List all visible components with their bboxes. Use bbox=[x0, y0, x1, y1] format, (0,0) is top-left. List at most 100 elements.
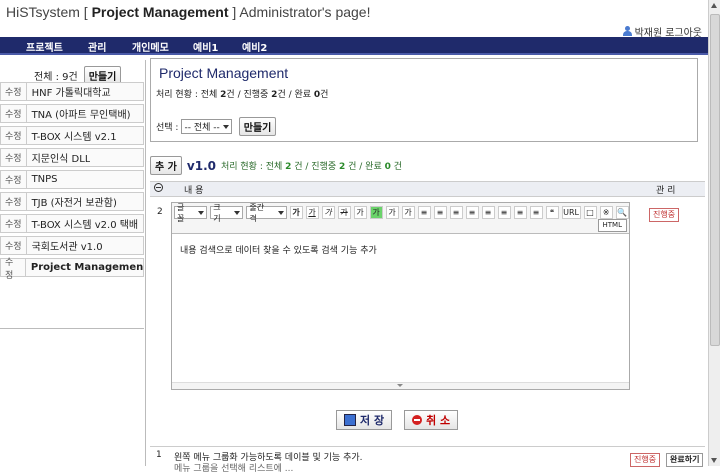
save-button[interactable]: 저 장 bbox=[336, 410, 393, 430]
scroll-thumb[interactable] bbox=[710, 14, 720, 346]
title-main: Project Management bbox=[91, 4, 229, 20]
status-suffix: 건 bbox=[320, 90, 329, 100]
sidebar-item[interactable]: 수정 T-BOX 시스템 v2.0 택배 bbox=[0, 214, 144, 233]
resize-arrow-icon bbox=[397, 384, 403, 387]
sidebar-item-label[interactable]: TNA (아파트 무인택배) bbox=[27, 106, 131, 121]
scrollbar[interactable] bbox=[708, 0, 720, 466]
status-prefix: 처리 현황 : 전체 bbox=[220, 162, 286, 172]
group-select[interactable]: -- 전체 -- bbox=[181, 119, 232, 134]
editor-toolbar: 글꼴 크기 줄간격 가 가 가 가 가 가 가 가 ≡ ≡ ≡ ≡ ≡ ≡ ≡ … bbox=[172, 203, 629, 234]
url-button[interactable]: URL bbox=[561, 206, 581, 219]
edit-button[interactable]: 수정 bbox=[1, 105, 27, 122]
status-in-progress-button[interactable]: 진행중 bbox=[649, 208, 680, 222]
edit-button[interactable]: 수정 bbox=[1, 171, 27, 188]
indent-icon[interactable]: ≡ bbox=[529, 206, 543, 219]
italic-button[interactable]: 가 bbox=[321, 206, 335, 219]
html-button[interactable]: HTML bbox=[597, 219, 627, 232]
sidebar-count-label: 전체 : 9건 bbox=[34, 72, 78, 83]
align-center-icon[interactable]: ≡ bbox=[433, 206, 447, 219]
sidebar-item[interactable]: 수정 지문인식 DLL bbox=[0, 148, 144, 167]
sidebar-item-label[interactable]: 국회도서관 v1.0 bbox=[27, 238, 103, 253]
table-icon[interactable]: □ bbox=[583, 206, 597, 219]
row-status-button[interactable]: 진행중 bbox=[630, 453, 661, 467]
sidebar-item-label[interactable]: TNPS bbox=[27, 174, 58, 185]
edit-button[interactable]: 수정 bbox=[1, 83, 27, 100]
table-header: 내 용 관 리 bbox=[150, 181, 705, 197]
row-number: 1 bbox=[156, 450, 162, 460]
scroll-down-icon[interactable] bbox=[711, 458, 717, 463]
sidebar-item[interactable]: 수정 HNF 가톨릭대학교 bbox=[0, 82, 144, 101]
search-icon[interactable]: 🔍 bbox=[615, 206, 629, 219]
cancel-button[interactable]: 취 소 bbox=[404, 410, 459, 430]
edit-button[interactable]: 수정 bbox=[1, 215, 27, 232]
quote-icon[interactable]: ❝ bbox=[545, 206, 559, 219]
nav-item-spare2[interactable]: 예비2 bbox=[242, 39, 267, 54]
nav-item-spare1[interactable]: 예비1 bbox=[193, 39, 218, 54]
font-select-label: 글꼴 bbox=[177, 202, 185, 223]
sidebar-list: 수정 HNF 가톨릭대학교 수정 TNA (아파트 무인택배) 수정 T-BOX 시스… bbox=[0, 82, 144, 281]
rich-text-editor[interactable]: 글꼴 크기 줄간격 가 가 가 가 가 가 가 가 ≡ ≡ ≡ ≡ ≡ ≡ ≡ … bbox=[171, 202, 630, 390]
chevron-down-icon bbox=[234, 210, 241, 215]
status-mid1: 건 / 진행중 bbox=[226, 90, 272, 100]
sidebar-item-label[interactable]: 지문인식 DLL bbox=[27, 150, 91, 165]
row-number: 2 bbox=[157, 207, 163, 217]
size-select[interactable]: 크기 bbox=[210, 203, 244, 223]
title-prefix: HiSTsystem [ bbox=[6, 4, 92, 20]
form-actions: 저 장 취 소 bbox=[336, 410, 459, 430]
bold-button[interactable]: 가 bbox=[289, 206, 303, 219]
underline-button[interactable]: 가 bbox=[305, 206, 319, 219]
project-title: Project Management bbox=[159, 65, 289, 81]
chevron-down-icon bbox=[198, 210, 205, 215]
complete-button[interactable]: 완료하기 bbox=[666, 453, 704, 467]
spacing-select-label: 줄간격 bbox=[249, 202, 265, 223]
version-status: 처리 현황 : 전체 2 건 / 진행중 2 건 / 완료 0 건 bbox=[221, 159, 402, 172]
spacing-select[interactable]: 줄간격 bbox=[246, 203, 287, 223]
sidebar-item-label[interactable]: T-BOX 시스템 v2.0 택배 bbox=[27, 216, 139, 231]
edit-button[interactable]: 수정 bbox=[1, 127, 27, 144]
sidebar-item[interactable]: 수정 T-BOX 시스템 v2.1 bbox=[0, 126, 144, 145]
project-status: 처리 현황 : 전체 2건 / 진행중 2건 / 완료 0건 bbox=[156, 87, 328, 100]
table-row: 1 왼쪽 메뉴 그룹화 가능하도록 데이블 및 기능 추가. 메뉴 그룹을 선택… bbox=[150, 446, 705, 474]
minus-circle-icon[interactable] bbox=[154, 183, 163, 195]
sidebar-item-label[interactable]: HNF 가톨릭대학교 bbox=[27, 84, 111, 99]
highlight-button[interactable]: 가 bbox=[369, 206, 383, 219]
ordered-list-icon[interactable]: ≡ bbox=[481, 206, 495, 219]
select-value: -- 전체 -- bbox=[184, 123, 220, 133]
nav-item-memo[interactable]: 개인메모 bbox=[132, 39, 169, 54]
status-mid1: 건 / 진행중 bbox=[291, 162, 340, 172]
sidebar-item[interactable]: 수정 TJB (자전거 보관함) bbox=[0, 192, 144, 211]
edit-button[interactable]: 수정 bbox=[1, 237, 27, 254]
sidebar-item[interactable]: 수정 TNPS bbox=[0, 170, 144, 189]
top-nav: 프로젝트 관리 개인메모 예비1 예비2 bbox=[0, 37, 708, 55]
sidebar-item-label[interactable]: TJB (자전거 보관함) bbox=[27, 194, 117, 209]
add-button[interactable]: 추 가 bbox=[150, 156, 182, 175]
edit-button[interactable]: 수정 bbox=[1, 258, 26, 281]
col-manage: 관 리 bbox=[656, 186, 676, 196]
special-char-icon[interactable]: ※ bbox=[599, 206, 613, 219]
subscript-button[interactable]: 가 bbox=[401, 206, 415, 219]
sidebar-item[interactable]: 수정 국회도서관 v1.0 bbox=[0, 236, 144, 255]
text-color-button[interactable]: 가 bbox=[353, 206, 367, 219]
sidebar-item-active[interactable]: 수정 Project Management bbox=[0, 258, 144, 281]
outdent-icon[interactable]: ≡ bbox=[513, 206, 527, 219]
font-select[interactable]: 글꼴 bbox=[174, 203, 208, 223]
sidebar-item-label[interactable]: Project Management bbox=[26, 262, 143, 273]
nav-item-manage[interactable]: 관리 bbox=[88, 39, 106, 54]
nav-item-projects[interactable]: 프로젝트 bbox=[26, 39, 63, 54]
align-right-icon[interactable]: ≡ bbox=[449, 206, 463, 219]
edit-button[interactable]: 수정 bbox=[1, 193, 27, 210]
edit-button[interactable]: 수정 bbox=[1, 149, 27, 166]
unordered-list-icon[interactable]: ≡ bbox=[497, 206, 511, 219]
editor-content[interactable]: 내용 검색으로 데이터 찾을 수 있도록 검색 기능 추가 bbox=[180, 243, 377, 256]
scroll-up-icon[interactable] bbox=[711, 3, 717, 8]
sidebar-item[interactable]: 수정 TNA (아파트 무인택배) bbox=[0, 104, 144, 123]
align-left-icon[interactable]: ≡ bbox=[417, 206, 431, 219]
superscript-button[interactable]: 가 bbox=[385, 206, 399, 219]
chevron-down-icon bbox=[277, 210, 284, 215]
sidebar-item-label[interactable]: T-BOX 시스템 v2.1 bbox=[27, 128, 117, 143]
align-justify-icon[interactable]: ≡ bbox=[465, 206, 479, 219]
project-summary: Project Management 처리 현황 : 전체 2건 / 진행중 2… bbox=[150, 58, 698, 142]
strike-button[interactable]: 가 bbox=[337, 206, 351, 219]
editor-resize-handle[interactable] bbox=[172, 382, 629, 389]
project-create-button[interactable]: 만들기 bbox=[238, 117, 277, 136]
